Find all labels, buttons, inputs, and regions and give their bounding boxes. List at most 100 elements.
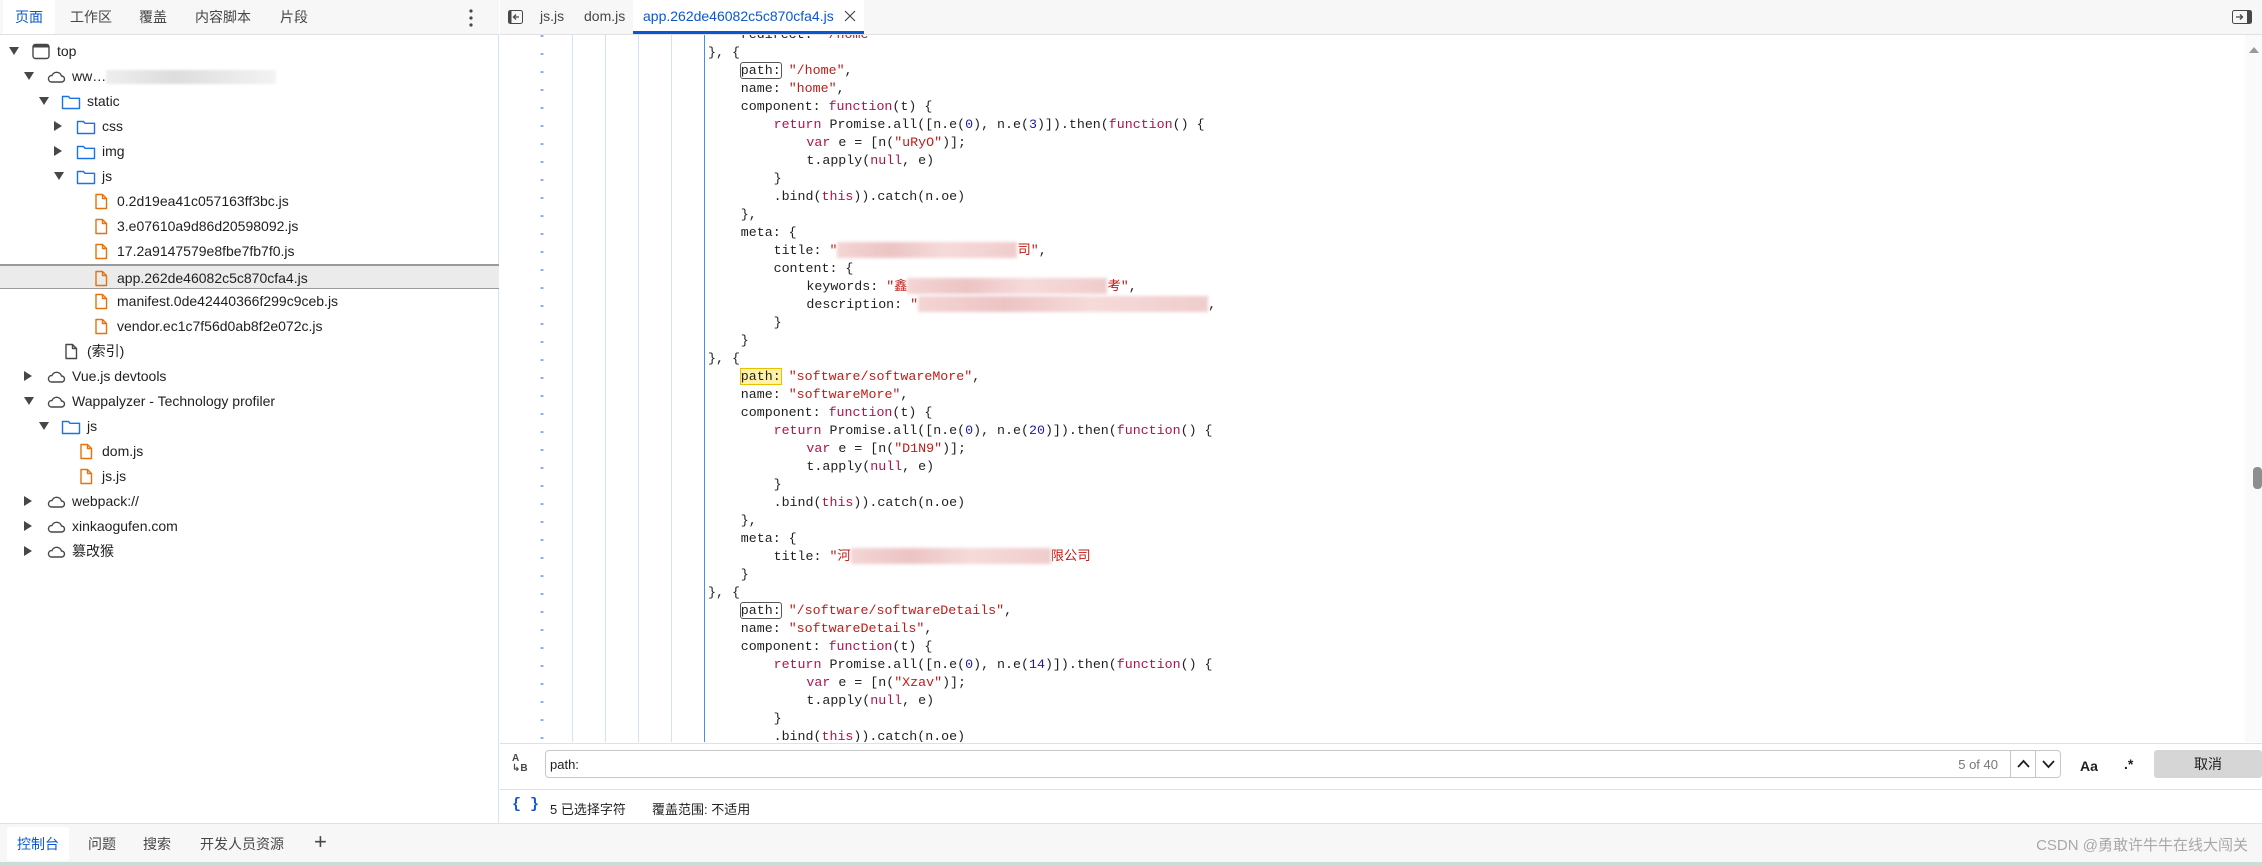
tab-overrides[interactable]: 覆盖 [127,0,179,34]
line-marker[interactable]: - [540,638,544,656]
tree-item[interactable]: 17.2a9147579e8fbe7fb7f0.js [0,239,499,264]
line-marker[interactable]: - [540,602,544,620]
line-marker[interactable]: - [540,314,544,332]
line-marker[interactable]: - [540,350,544,368]
line-marker[interactable]: - [540,152,544,170]
line-marker[interactable]: - [540,674,544,692]
tree-item[interactable]: Vue.js devtools [0,364,499,389]
tree-item[interactable]: vendor.ec1c7f56d0ab8f2e072c.js [0,314,499,339]
line-marker[interactable]: - [540,512,544,530]
tree-item[interactable]: Wappalyzer - Technology profiler [0,389,499,414]
line-marker[interactable]: - [540,206,544,224]
tab-console[interactable]: 控制台 [7,827,69,861]
collapsed-arrow-icon[interactable] [24,496,32,506]
line-marker[interactable]: - [540,224,544,242]
match-case-button[interactable]: Aa [2080,758,2098,774]
expanded-arrow-icon[interactable] [39,97,49,105]
line-marker[interactable]: - [540,422,544,440]
line-marker[interactable]: - [540,620,544,638]
tree-item[interactable]: app.262de46082c5c870cfa4.js [0,264,499,289]
tab-dom-js[interactable]: dom.js [584,0,625,34]
tree-item[interactable]: webpack:// [0,489,499,514]
line-marker[interactable]: - [540,404,544,422]
next-match-button[interactable] [2035,751,2060,777]
expanded-arrow-icon[interactable] [54,172,64,180]
line-marker[interactable]: - [540,44,544,62]
line-marker[interactable]: - [540,368,544,386]
line-marker[interactable]: - [540,530,544,548]
line-marker[interactable]: - [540,188,544,206]
collapsed-arrow-icon[interactable] [54,146,62,156]
tree-item[interactable]: 0.2d19ea41c057163ff3bc.js [0,189,499,214]
line-marker[interactable]: - [540,116,544,134]
tree-item[interactable]: static [0,89,499,114]
tab-content-scripts[interactable]: 内容脚本 [183,0,263,34]
line-marker[interactable]: - [540,260,544,278]
tree-item[interactable]: manifest.0de42440366f299c9ceb.js [0,289,499,314]
tab-issues[interactable]: 问题 [78,827,126,861]
line-marker[interactable]: - [540,440,544,458]
line-marker[interactable]: - [540,242,544,260]
tab-app-js[interactable]: app.262de46082c5c870cfa4.js [633,0,864,34]
vertical-scrollbar[interactable] [2245,35,2262,742]
tab-search[interactable]: 搜索 [133,827,181,861]
line-marker[interactable]: - [540,134,544,152]
replace-toggle-icon[interactable]: A ↳B [512,754,528,774]
search-input[interactable]: path: [550,757,579,772]
more-vertical-icon[interactable] [466,8,476,28]
tab-snippets[interactable]: 片段 [268,0,320,34]
line-marker[interactable]: - [540,476,544,494]
tree-item[interactable]: 3.e07610a9d86d20598092.js [0,214,499,239]
collapsed-arrow-icon[interactable] [24,521,32,531]
tree-item[interactable]: css [0,114,499,139]
line-marker[interactable]: - [540,35,544,44]
line-marker[interactable]: - [540,296,544,314]
line-marker[interactable]: - [540,656,544,674]
toggle-debugger-icon[interactable] [2232,10,2252,24]
tab-workspace[interactable]: 工作区 [58,0,124,34]
line-marker[interactable]: - [540,494,544,512]
line-marker[interactable]: - [540,62,544,80]
regex-button[interactable]: .* [2124,756,2133,772]
line-marker[interactable]: - [540,458,544,476]
tree-item[interactable]: img [0,139,499,164]
tree-item[interactable]: xinkaogufen.com [0,514,499,539]
line-marker[interactable]: - [540,278,544,296]
line-marker[interactable]: - [540,710,544,728]
collapsed-arrow-icon[interactable] [24,546,32,556]
scroll-up-icon[interactable] [2249,47,2259,53]
tree-item[interactable]: (索引) [0,339,499,364]
collapsed-arrow-icon[interactable] [24,371,32,381]
search-field[interactable]: path: 5 of 40 [545,750,2061,778]
expanded-arrow-icon[interactable] [24,72,34,80]
add-tab-button[interactable]: + [304,825,337,859]
line-marker[interactable]: - [540,548,544,566]
close-icon[interactable] [844,10,856,22]
tree-item[interactable]: js [0,164,499,189]
line-marker[interactable]: - [540,728,544,742]
tab-developer-resources[interactable]: 开发人员资源 [190,827,294,861]
tree-item[interactable]: top [0,39,499,64]
line-marker[interactable]: - [540,584,544,602]
tree-item[interactable]: js.js [0,464,499,489]
line-marker[interactable]: - [540,566,544,584]
scrollbar-thumb[interactable] [2253,467,2262,489]
line-marker[interactable]: - [540,98,544,116]
cancel-button[interactable]: 取消 [2154,750,2262,778]
expanded-arrow-icon[interactable] [24,397,34,405]
expanded-arrow-icon[interactable] [39,422,49,430]
line-marker[interactable]: - [540,692,544,710]
pretty-print-icon[interactable]: { } [512,796,539,813]
code-editor[interactable]: - redirect: "/home" -}, {- path: "/home", - n… [500,35,2245,742]
tab-page[interactable]: 页面 [3,0,55,34]
previous-match-button[interactable] [2010,751,2035,777]
line-marker[interactable]: - [540,80,544,98]
line-marker[interactable]: - [540,170,544,188]
tree-item[interactable]: ww… [0,64,499,89]
line-marker[interactable]: - [540,332,544,350]
tree-item[interactable]: dom.js [0,439,499,464]
toggle-navigator-icon[interactable] [508,10,523,24]
tab-js-js[interactable]: js.js [540,0,564,34]
tree-item[interactable]: 篡改猴 [0,539,499,564]
line-marker[interactable]: - [540,386,544,404]
